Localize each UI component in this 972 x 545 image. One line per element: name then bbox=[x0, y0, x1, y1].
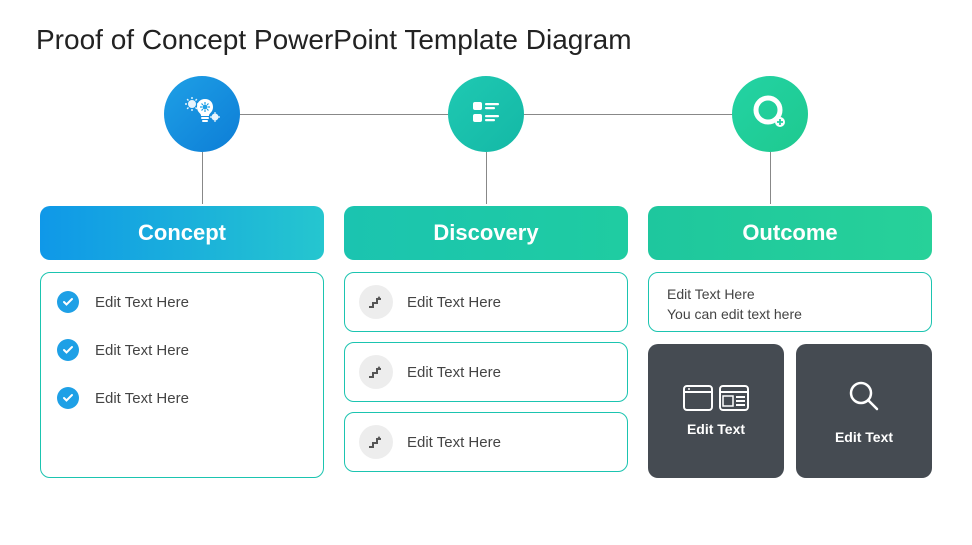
list-item: Edit Text Here bbox=[57, 291, 307, 313]
list-item: Edit Text Here bbox=[344, 272, 628, 332]
card-label: Edit Text bbox=[835, 429, 893, 445]
concept-column: Concept Edit Text Here Edit Text Here Ed… bbox=[40, 206, 324, 478]
list-icon bbox=[467, 93, 505, 136]
item-text: Edit Text Here bbox=[407, 434, 501, 451]
outcome-line1: Edit Text Here bbox=[667, 285, 913, 305]
stairs-icon bbox=[359, 425, 393, 459]
magnify-add-icon bbox=[748, 90, 792, 139]
concept-body: Edit Text Here Edit Text Here Edit Text … bbox=[40, 272, 324, 478]
list-item: Edit Text Here bbox=[57, 387, 307, 409]
outcome-card: Edit Text bbox=[648, 344, 784, 478]
lightbulb-gear-icon bbox=[181, 91, 223, 138]
magnify-icon bbox=[846, 378, 882, 419]
concept-circle bbox=[164, 76, 240, 152]
slide-title: Proof of Concept PowerPoint Template Dia… bbox=[0, 0, 972, 56]
list-item: Edit Text Here bbox=[344, 342, 628, 402]
stairs-icon bbox=[359, 285, 393, 319]
outcome-circle bbox=[732, 76, 808, 152]
discovery-circle bbox=[448, 76, 524, 152]
list-item: Edit Text Here bbox=[57, 339, 307, 361]
concept-header: Concept bbox=[40, 206, 324, 260]
circle-row bbox=[0, 56, 972, 152]
check-icon bbox=[57, 291, 79, 313]
list-item: Edit Text Here bbox=[344, 412, 628, 472]
discovery-column: Discovery Edit Text Here Edit Text Here … bbox=[344, 206, 628, 478]
item-text: Edit Text Here bbox=[95, 294, 189, 311]
item-text: Edit Text Here bbox=[407, 364, 501, 381]
discovery-header: Discovery bbox=[344, 206, 628, 260]
outcome-textbox: Edit Text Here You can edit text here bbox=[648, 272, 932, 332]
card-label: Edit Text bbox=[687, 421, 745, 437]
check-icon bbox=[57, 339, 79, 361]
outcome-column: Outcome Edit Text Here You can edit text… bbox=[648, 206, 932, 478]
outcome-cards-row: Edit Text Edit Text bbox=[648, 344, 932, 478]
outcome-card: Edit Text bbox=[796, 344, 932, 478]
outcome-header: Outcome bbox=[648, 206, 932, 260]
discovery-body: Edit Text Here Edit Text Here Edit Text … bbox=[344, 272, 628, 472]
drop-line bbox=[202, 152, 203, 204]
stairs-icon bbox=[359, 355, 393, 389]
windows-icon bbox=[683, 385, 749, 411]
item-text: Edit Text Here bbox=[95, 390, 189, 407]
item-text: Edit Text Here bbox=[95, 342, 189, 359]
outcome-line2: You can edit text here bbox=[667, 305, 913, 325]
drop-line bbox=[486, 152, 487, 204]
drop-line bbox=[770, 152, 771, 204]
diagram-stage: Concept Edit Text Here Edit Text Here Ed… bbox=[0, 56, 972, 478]
item-text: Edit Text Here bbox=[407, 294, 501, 311]
check-icon bbox=[57, 387, 79, 409]
